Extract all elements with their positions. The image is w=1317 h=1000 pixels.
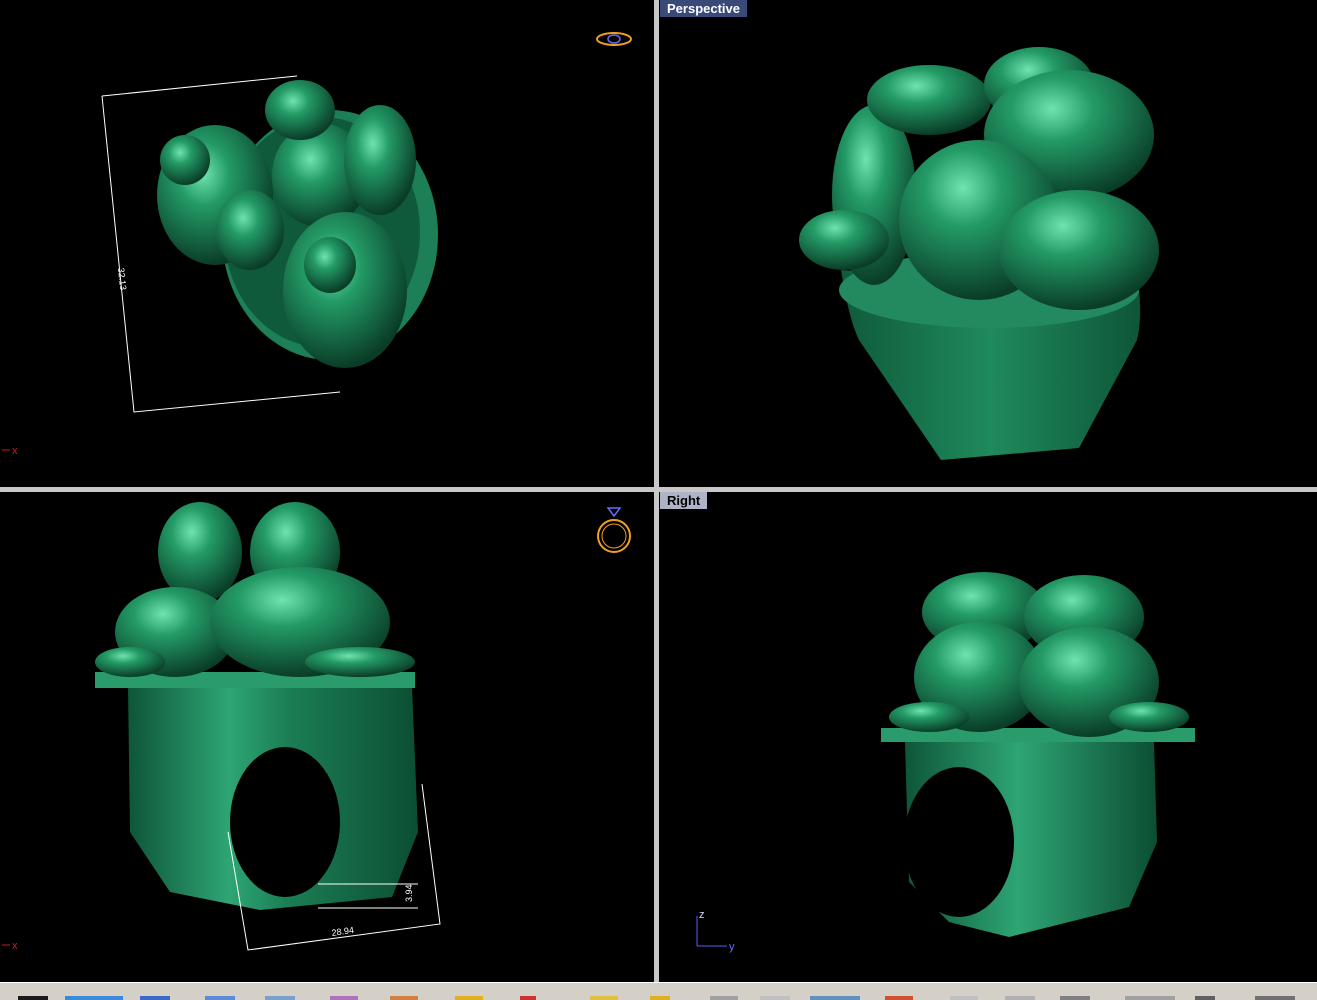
viewport-perspective[interactable]: z y x Perspective (659, 0, 1317, 487)
taskbar-item[interactable] (710, 996, 738, 1000)
buddha-figures-right (889, 572, 1189, 737)
viewport-right[interactable]: z y Right (659, 492, 1317, 982)
taskbar-item[interactable] (140, 996, 170, 1000)
axis-x-label: x (12, 445, 18, 457)
top-view-canvas: 32.13 x (2, 32, 632, 457)
taskbar-item[interactable] (1060, 996, 1090, 1000)
viewport-title-right[interactable]: Right (660, 492, 708, 509)
ring-gem-top-icon (596, 32, 632, 46)
taskbar-item[interactable] (1125, 996, 1175, 1000)
taskbar-item[interactable] (1255, 996, 1295, 1000)
taskbar (0, 982, 1317, 1000)
taskbar-item[interactable] (650, 996, 670, 1000)
axis-x-label-front: x (12, 940, 18, 952)
taskbar-item[interactable] (330, 996, 358, 1000)
taskbar-item[interactable] (950, 996, 978, 1000)
taskbar-item[interactable] (760, 996, 790, 1000)
axis-y-label-right: y (729, 941, 735, 953)
perspective-view-canvas (799, 47, 1159, 460)
buddha-figures-front (95, 502, 415, 677)
front-view-canvas: 3.94 28.94 x (2, 502, 631, 952)
taskbar-item[interactable] (590, 996, 618, 1000)
taskbar-item[interactable] (390, 996, 418, 1000)
taskbar-item[interactable] (18, 996, 48, 1000)
buddha-figures-perspective (799, 47, 1159, 310)
horizontal-splitter[interactable] (0, 487, 1317, 492)
taskbar-item[interactable] (1195, 996, 1215, 1000)
ring-hole (230, 747, 340, 897)
right-view-canvas: z y (696, 572, 1195, 953)
taskbar-item[interactable] (455, 996, 483, 1000)
dimension-top-width: 32.13 (116, 267, 128, 290)
taskbar-item[interactable] (810, 996, 860, 1000)
taskbar-item[interactable] (265, 996, 295, 1000)
ring-hole-right (904, 767, 1014, 917)
ring-front-icon (597, 507, 631, 553)
taskbar-item[interactable] (885, 996, 913, 1000)
viewport-front[interactable]: 3.94 28.94 x (0, 492, 654, 982)
viewport-title-perspective[interactable]: Perspective (660, 0, 747, 17)
viewport-top[interactable]: 32.13 x (0, 0, 654, 487)
taskbar-item[interactable] (205, 996, 235, 1000)
taskbar-item[interactable] (65, 996, 123, 1000)
taskbar-item[interactable] (520, 996, 536, 1000)
dimension-front-height: 3.94 (404, 884, 414, 902)
axis-z-label-right: z (699, 909, 705, 921)
taskbar-item[interactable] (1005, 996, 1035, 1000)
